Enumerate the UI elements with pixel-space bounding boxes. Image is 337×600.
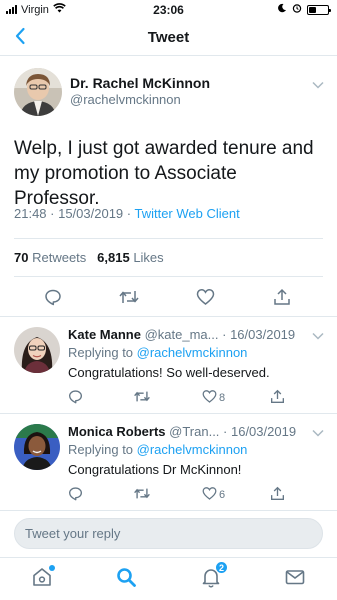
tweet-timestamp: 21:48 · 15/03/2019 · — [14, 206, 135, 221]
new-content-dot — [49, 565, 55, 571]
reply-options-button[interactable] — [311, 329, 325, 343]
retweet-icon — [133, 389, 151, 407]
replying-to-mention[interactable]: @rachelvmckinnon — [137, 345, 248, 360]
likes-count: 6,815 — [97, 250, 130, 265]
reply-header: Kate Manne @kate_ma... · 16/03/2019 — [68, 327, 295, 342]
page-title: Tweet — [147, 29, 190, 46]
heart-icon — [202, 389, 217, 407]
retweet-button[interactable] — [133, 389, 151, 407]
reply-author-name[interactable]: Monica Roberts — [68, 424, 166, 439]
like-count: 8 — [219, 392, 226, 404]
replying-to-prefix: Replying to — [68, 345, 137, 360]
tab-search[interactable] — [113, 566, 139, 592]
retweet-button[interactable] — [133, 486, 151, 504]
compose-placeholder: Tweet your reply — [25, 526, 121, 541]
divider — [14, 238, 323, 239]
tweet-meta: 21:48 · 15/03/2019 · Twitter Web Client — [14, 206, 240, 221]
retweets-count: 70 — [14, 250, 29, 265]
retweet-icon — [118, 288, 140, 309]
chevron-down-icon — [312, 424, 324, 442]
reply-options-button[interactable] — [311, 426, 325, 440]
battery-fill — [309, 6, 316, 13]
alarm-icon — [292, 3, 302, 16]
retweet-icon — [133, 486, 151, 504]
replying-to: Replying to @rachelvmckinnon — [68, 442, 247, 457]
tweet-text: Welp, I just got awarded tenure and my p… — [14, 138, 314, 209]
replying-to-mention[interactable]: @rachelvmckinnon — [137, 442, 248, 457]
reply-text: Congratulations Dr McKinnon! — [68, 462, 242, 477]
tab-bar: 2 — [0, 557, 337, 600]
reply-tweet[interactable]: Kate Manne @kate_ma... · 16/03/2019 Repl… — [0, 317, 337, 414]
reply-compose-input[interactable]: Tweet your reply — [14, 518, 323, 549]
tab-messages[interactable] — [282, 566, 308, 592]
tab-home[interactable] — [29, 565, 55, 592]
reply-date: · 16/03/2019 — [222, 327, 296, 342]
status-bar-right — [277, 3, 331, 16]
status-bar: Virgin 23:06 — [0, 0, 337, 20]
avatar[interactable] — [14, 424, 60, 470]
reply-icon — [68, 486, 83, 504]
search-icon — [115, 566, 137, 593]
retweets-label: Retweets — [32, 250, 87, 265]
reply-actions: 6 — [0, 486, 337, 502]
reply-button[interactable] — [68, 389, 83, 407]
reply-icon — [68, 389, 83, 407]
chevron-down-icon — [312, 327, 324, 345]
replying-to: Replying to @rachelvmckinnon — [68, 345, 247, 360]
heart-icon — [202, 486, 217, 504]
likes-stat[interactable]: 6,815 Likes — [97, 250, 164, 265]
replying-to-prefix: Replying to — [68, 442, 137, 457]
author-name[interactable]: Dr. Rachel McKinnon — [70, 75, 210, 91]
reply-author-name[interactable]: Kate Manne — [68, 327, 141, 342]
tweet-actions — [0, 288, 337, 308]
nav-header: Tweet — [0, 20, 337, 56]
like-count: 6 — [219, 489, 226, 501]
divider — [14, 276, 323, 277]
reply-date: · 16/03/2019 — [223, 424, 297, 439]
tweet-stats: 70 Retweets 6,815 Likes — [14, 250, 164, 265]
tweet-options-button[interactable] — [311, 78, 325, 92]
reply-button[interactable] — [68, 486, 83, 504]
author-handle[interactable]: @rachelvmckinnon — [70, 92, 181, 107]
retweets-stat[interactable]: 70 Retweets — [14, 250, 86, 265]
reply-header: Monica Roberts @Tran... · 16/03/2019 — [68, 424, 296, 439]
likes-label: Likes — [133, 250, 164, 265]
reply-author-handle[interactable]: @kate_ma... — [145, 327, 219, 342]
reply-text: Congratulations! So well-deserved. — [68, 365, 270, 380]
tab-notifications[interactable]: 2 — [198, 561, 228, 592]
chevron-down-icon — [312, 76, 324, 94]
like-button[interactable]: 6 — [202, 486, 225, 504]
reply-button[interactable] — [44, 288, 62, 309]
share-icon — [270, 486, 285, 504]
share-icon — [270, 389, 285, 407]
share-icon — [273, 288, 291, 309]
reply-icon — [44, 288, 62, 309]
reply-actions: 8 — [0, 389, 337, 405]
retweet-button[interactable] — [118, 288, 140, 309]
share-button[interactable] — [270, 389, 285, 407]
messages-icon — [284, 566, 306, 593]
reply-author-handle[interactable]: @Tran... — [169, 424, 219, 439]
tweet-client-link[interactable]: Twitter Web Client — [134, 206, 239, 221]
battery-icon — [307, 4, 331, 15]
avatar[interactable] — [14, 327, 60, 373]
notifications-badge: 2 — [215, 561, 228, 574]
like-button[interactable]: 8 — [202, 389, 225, 407]
reply-tweet[interactable]: Monica Roberts @Tran... · 16/03/2019 Rep… — [0, 414, 337, 511]
avatar[interactable] — [14, 68, 62, 116]
share-button[interactable] — [270, 486, 285, 504]
share-button[interactable] — [273, 288, 291, 309]
like-button[interactable] — [196, 288, 215, 309]
heart-icon — [196, 288, 215, 309]
moon-icon — [277, 3, 287, 16]
